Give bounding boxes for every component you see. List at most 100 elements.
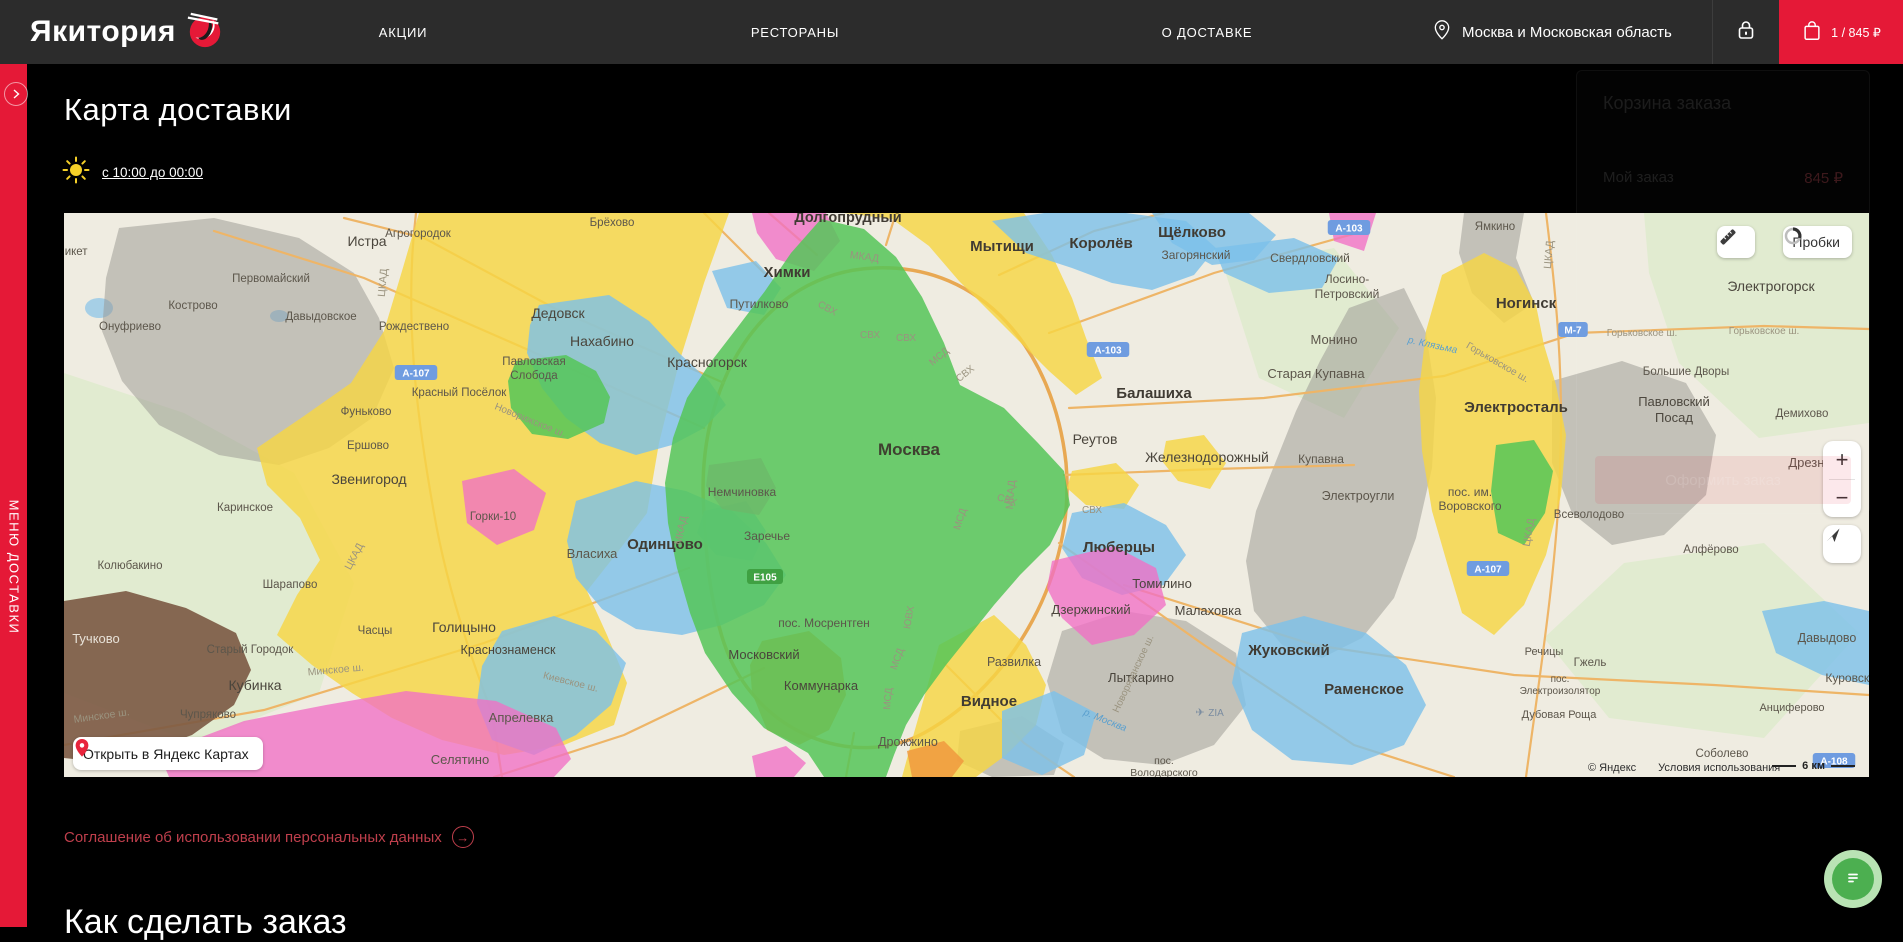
svg-text:Воровского: Воровского <box>1438 499 1501 513</box>
how-to-order-title: Как сделать заказ <box>64 903 347 942</box>
svg-text:Каринское: Каринское <box>217 502 273 514</box>
nav-item-delivery[interactable]: О ДОСТАВКЕ <box>1162 0 1253 64</box>
svg-text:Нахабино: Нахабино <box>570 333 634 349</box>
svg-text:Электрогорск: Электрогорск <box>1727 278 1815 294</box>
svg-text:Дедовск: Дедовск <box>531 305 585 321</box>
svg-text:Колюбакино: Колюбакино <box>97 560 162 572</box>
svg-text:Железнодорожный: Железнодорожный <box>1145 449 1269 465</box>
cart-order-row: Мой заказ 845 ₽ <box>1603 169 1843 187</box>
svg-text:Видное: Видное <box>961 693 1017 710</box>
svg-text:Томилино: Томилино <box>1132 576 1192 591</box>
svg-text:Кубинка: Кубинка <box>228 677 281 693</box>
svg-text:Рождествено: Рождествено <box>379 321 449 333</box>
svg-text:пос.: пос. <box>1154 755 1174 767</box>
open-in-yandex-maps-button[interactable]: Открыть в Яндекс Картах <box>73 737 263 770</box>
sidebar-vertical-label[interactable]: МЕНЮ ДОСТАВКИ <box>7 500 22 635</box>
svg-text:✈: ✈ <box>1195 707 1204 719</box>
svg-text:Слобода: Слобода <box>510 370 558 382</box>
lock-icon <box>1734 18 1758 47</box>
svg-text:Путилково: Путилково <box>730 297 789 311</box>
svg-text:Мытищи: Мытищи <box>970 238 1034 255</box>
svg-text:Старый Городок: Старый Городок <box>207 644 295 656</box>
scale-bar-left <box>1772 765 1796 767</box>
map-pin-icon <box>73 737 91 759</box>
delivery-hours: с 10:00 до 00:00 <box>62 156 203 189</box>
svg-text:Апрелевка: Апрелевка <box>489 710 554 725</box>
svg-text:Заречье: Заречье <box>744 529 790 543</box>
page-title: Карта доставки <box>64 92 292 128</box>
svg-text:Фуньково: Фуньково <box>341 406 392 418</box>
svg-text:Большие Дворы: Большие Дворы <box>1643 366 1729 378</box>
svg-text:Одинцово: Одинцово <box>627 536 703 553</box>
svg-text:Кострово: Кострово <box>168 300 217 312</box>
svg-text:Купавна: Купавна <box>1298 452 1344 466</box>
svg-text:Малаховка: Малаховка <box>1175 603 1242 618</box>
svg-text:Тучково: Тучково <box>72 631 120 646</box>
shopping-bag-icon <box>1801 19 1823 46</box>
svg-text:Петровский: Петровский <box>1315 287 1380 301</box>
chat-widget-button[interactable] <box>1824 850 1882 908</box>
logo-sushi-icon <box>186 11 224 54</box>
svg-text:Раменское: Раменское <box>1324 681 1404 698</box>
scale-bar-right <box>1831 765 1855 767</box>
svg-text:Речицы: Речицы <box>1525 646 1564 658</box>
svg-text:Давыдово: Давыдово <box>1798 631 1857 645</box>
svg-text:Немчиновка: Немчиновка <box>708 485 777 499</box>
traffic-light-icon <box>1783 226 1803 246</box>
scale-label: 6 км <box>1802 760 1825 772</box>
svg-text:Гжель: Гжель <box>1574 657 1607 669</box>
ruler-tool-button[interactable] <box>1717 226 1755 258</box>
svg-text:Монино: Монино <box>1310 332 1357 347</box>
svg-text:СВХ: СВХ <box>896 333 916 344</box>
svg-text:Химки: Химки <box>763 264 810 281</box>
svg-text:Люберцы: Люберцы <box>1083 539 1155 556</box>
svg-text:Брёхово: Брёхово <box>590 217 635 229</box>
cart-dropdown-title: Корзина заказа <box>1603 93 1731 114</box>
open-in-yandex-maps-label: Открыть в Яндекс Картах <box>83 746 249 762</box>
svg-text:А-107: А-107 <box>1474 565 1502 576</box>
chevron-right-icon <box>11 88 21 100</box>
svg-text:Алфёрово: Алфёрово <box>1683 544 1738 556</box>
logo-text: Якитория <box>30 15 176 49</box>
nav-item-restaurants[interactable]: РЕСТОРАНЫ <box>751 0 839 64</box>
svg-text:Агрогородок: Агрогородок <box>385 228 452 240</box>
svg-text:пос. им.: пос. им. <box>1448 485 1492 499</box>
nav-item-promotions[interactable]: АКЦИИ <box>379 0 428 64</box>
traffic-toggle-button[interactable]: Пробки <box>1783 226 1852 258</box>
svg-text:Павловский: Павловский <box>1638 394 1710 409</box>
svg-text:Ногинск: Ногинск <box>1496 295 1557 312</box>
svg-text:Жуковский: Жуковский <box>1247 642 1330 659</box>
sidebar-expand-button[interactable] <box>4 82 28 106</box>
svg-text:Коммунарка: Коммунарка <box>784 678 859 693</box>
svg-text:СВХ: СВХ <box>1082 505 1102 516</box>
map-attribution: © Яндекс Условия использования <box>1588 762 1780 774</box>
svg-text:Чупряково: Чупряково <box>180 709 236 721</box>
svg-text:Королёв: Королёв <box>1069 235 1132 252</box>
svg-text:Щёлково: Щёлково <box>1158 224 1226 241</box>
region-selector[interactable]: Москва и Московская область <box>1432 0 1672 64</box>
map-copyright: © Яндекс <box>1588 762 1636 774</box>
checkout-button[interactable]: Оформить заказ <box>1595 456 1851 504</box>
svg-text:Дрожжино: Дрожжино <box>878 735 938 749</box>
svg-text:МСД: МСД <box>882 687 895 710</box>
svg-text:А-107: А-107 <box>402 369 430 380</box>
map-terms-link[interactable]: Условия использования <box>1658 762 1780 774</box>
svg-text:Балашиха: Балашиха <box>1116 385 1192 402</box>
login-button[interactable] <box>1712 0 1779 64</box>
cart-button[interactable]: 1 / 845 ₽ <box>1779 0 1903 64</box>
svg-text:Ершово: Ершово <box>347 440 389 452</box>
logo[interactable]: Якитория <box>30 0 224 64</box>
sun-icon <box>62 156 90 189</box>
svg-text:Свердловский: Свердловский <box>1270 251 1350 265</box>
delivery-hours-link[interactable]: с 10:00 до 00:00 <box>102 165 203 180</box>
svg-text:Онуфриево: Онуфриево <box>99 321 161 333</box>
personal-data-agreement-link[interactable]: Соглашение об использовании персональных… <box>64 829 442 846</box>
svg-text:Красногорск: Красногорск <box>667 354 748 370</box>
svg-text:Электроугли: Электроугли <box>1322 489 1395 503</box>
personal-data-agreement[interactable]: Соглашение об использовании персональных… <box>64 826 474 848</box>
svg-text:Дзержинский: Дзержинский <box>1051 602 1130 617</box>
cart-order-price: 845 ₽ <box>1804 169 1843 187</box>
geolocation-button[interactable] <box>1823 525 1861 563</box>
nav-item-label: РЕСТОРАНЫ <box>751 25 839 40</box>
svg-text:Старая Купавна: Старая Купавна <box>1267 366 1365 381</box>
